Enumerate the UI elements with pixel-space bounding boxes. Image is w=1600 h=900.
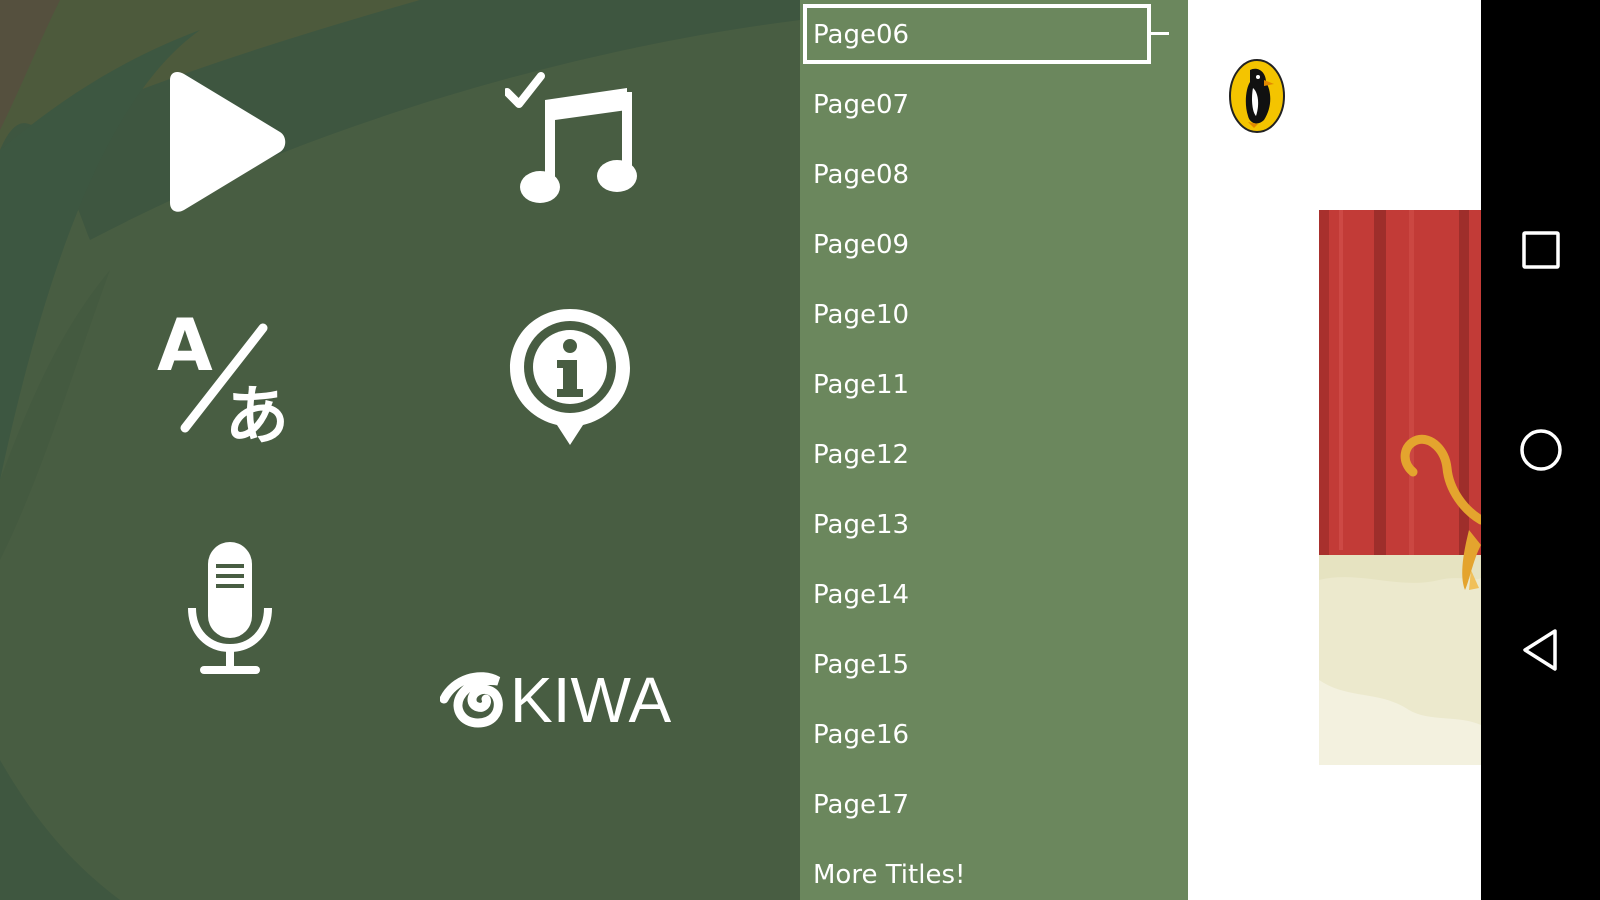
kiwa-brand-text: KIWA <box>510 664 672 736</box>
page-item-09[interactable]: Page09 <box>800 210 1188 280</box>
play-icon <box>170 72 286 212</box>
music-check-icon <box>505 72 637 203</box>
more-titles-item[interactable]: More Titles! <box>800 840 1188 900</box>
page-item-14[interactable]: Page14 <box>800 560 1188 630</box>
menu-panel: A あ KIWA <box>0 0 800 900</box>
page-item-11[interactable]: Page11 <box>800 350 1188 420</box>
info-button[interactable] <box>505 305 635 450</box>
back-icon <box>1522 629 1557 671</box>
recents-icon <box>1521 231 1560 269</box>
back-button[interactable] <box>1481 610 1600 690</box>
story-illustration <box>1319 210 1481 765</box>
page-item-17[interactable]: Page17 <box>800 770 1188 840</box>
translate-icon: A あ <box>157 310 289 445</box>
page-item-12[interactable]: Page12 <box>800 420 1188 490</box>
kiwa-logo: KIWA <box>440 660 680 740</box>
page-item-13[interactable]: Page13 <box>800 490 1188 560</box>
page-item-08[interactable]: Page08 <box>800 140 1188 210</box>
home-button[interactable] <box>1481 410 1600 490</box>
page-item-07[interactable]: Page07 <box>800 70 1188 140</box>
language-button[interactable]: A あ <box>155 310 305 445</box>
system-nav-bar <box>1481 0 1600 900</box>
record-button[interactable] <box>180 540 280 680</box>
penguin-logo-icon <box>1228 58 1286 138</box>
microphone-icon <box>188 542 272 674</box>
page-item-06[interactable]: Page06 <box>800 0 1188 70</box>
home-icon <box>1519 429 1562 471</box>
svg-text:A: A <box>157 310 213 387</box>
page-item-10[interactable]: Page10 <box>800 280 1188 350</box>
kiwa-swirl-icon <box>440 672 503 728</box>
book-page-preview[interactable] <box>1188 0 1481 900</box>
svg-text:あ: あ <box>225 380 289 445</box>
recents-button[interactable] <box>1481 210 1600 290</box>
page-list[interactable]: Page06 Page07 Page08 Page09 Page10 Page1… <box>800 0 1188 900</box>
selection-connector <box>1151 32 1169 35</box>
menu-background <box>0 0 800 900</box>
page-item-16[interactable]: Page16 <box>800 700 1188 770</box>
play-button[interactable] <box>160 70 290 215</box>
info-icon <box>510 309 630 445</box>
page-item-15[interactable]: Page15 <box>800 630 1188 700</box>
music-toggle-button[interactable] <box>505 72 645 217</box>
